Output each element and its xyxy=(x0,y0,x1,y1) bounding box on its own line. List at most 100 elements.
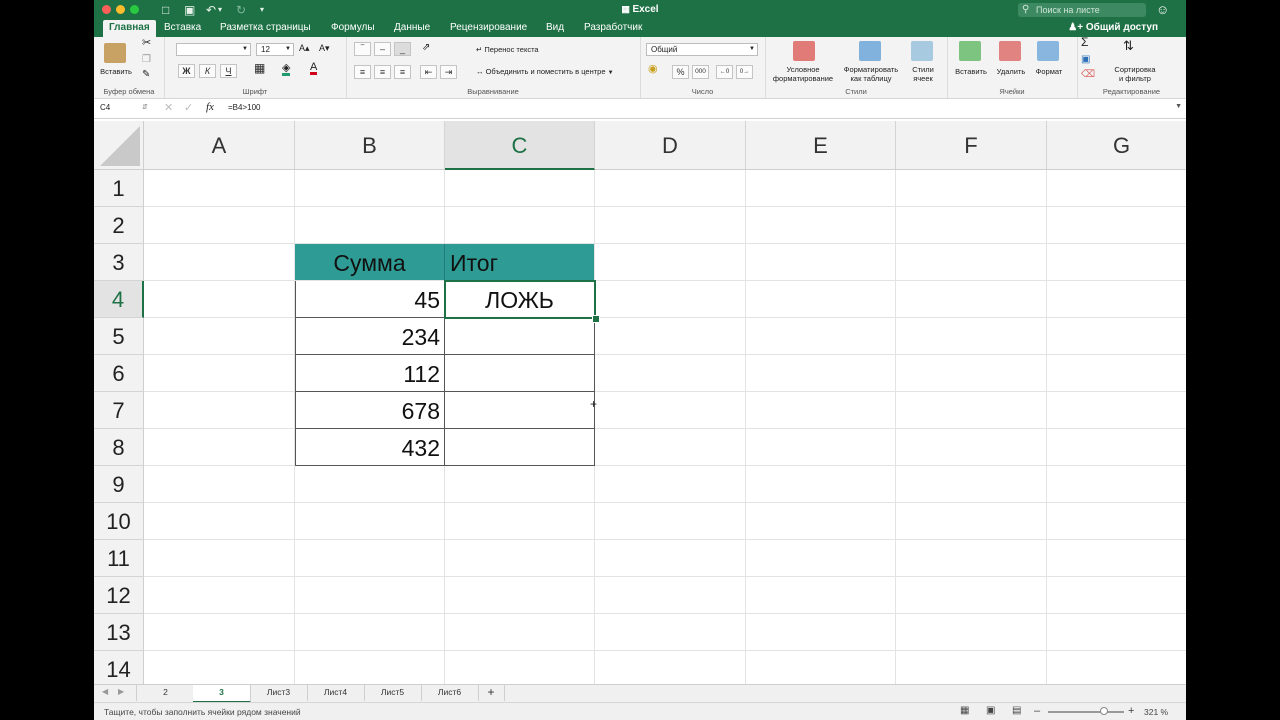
row-header-14[interactable]: 14 xyxy=(94,651,144,684)
add-sheet-icon[interactable]: + xyxy=(478,685,505,701)
font-name-select[interactable]: ▼ xyxy=(176,43,251,56)
sheet-tab-list3[interactable]: Лист3 xyxy=(250,685,308,701)
cell-b8[interactable]: 432 xyxy=(295,429,445,466)
paste-button[interactable]: Вставить xyxy=(96,67,136,76)
align-bottom-icon[interactable]: _ xyxy=(394,42,411,56)
fill-icon[interactable]: ▣ xyxy=(1081,55,1090,65)
align-middle-icon[interactable]: – xyxy=(374,42,391,56)
paste-icon[interactable] xyxy=(104,43,126,63)
search-input[interactable]: ⚲ Поиск на листе xyxy=(1018,3,1146,17)
tab-developer[interactable]: Разработчик xyxy=(584,20,642,37)
cell-c7[interactable] xyxy=(445,392,595,429)
sheet-tab-list4[interactable]: Лист4 xyxy=(307,685,365,701)
copy-icon[interactable]: ❐ xyxy=(142,55,151,65)
cell-b3-header[interactable]: Сумма xyxy=(295,244,445,281)
tab-review[interactable]: Рецензирование xyxy=(450,20,527,37)
column-header-d[interactable]: D xyxy=(595,121,746,170)
name-box-stepper-icon[interactable]: ⇵ xyxy=(142,103,148,111)
tab-home[interactable]: Главная xyxy=(103,20,156,37)
expand-formula-icon[interactable]: ▼ xyxy=(1175,103,1182,110)
row-header-2[interactable]: 2 xyxy=(94,207,144,244)
orientation-icon[interactable]: ⇗ xyxy=(422,43,430,53)
align-top-icon[interactable]: ‾ xyxy=(354,42,371,56)
worksheet-grid[interactable]: A B C D E F G 1 2 3 4 5 6 7 8 9 10 11 12… xyxy=(94,121,1186,684)
sheet-tab-2[interactable]: 2 xyxy=(136,685,195,701)
feedback-smiley-icon[interactable]: ☺ xyxy=(1156,2,1169,17)
select-all-corner[interactable] xyxy=(94,121,144,170)
cut-icon[interactable]: ✂ xyxy=(142,38,151,49)
column-header-b[interactable]: B xyxy=(295,121,445,170)
fill-color-icon[interactable]: ◈ xyxy=(282,63,291,76)
bold-button[interactable]: Ж xyxy=(178,64,195,78)
format-cells-icon[interactable] xyxy=(1037,41,1059,61)
row-header-10[interactable]: 10 xyxy=(94,503,144,540)
borders-icon[interactable]: ▦ xyxy=(254,62,265,74)
decrease-font-icon[interactable]: A▾ xyxy=(319,44,330,53)
enter-icon[interactable]: ✓ xyxy=(184,101,193,114)
sheet-tab-3[interactable]: 3 xyxy=(193,685,251,703)
cancel-icon[interactable]: ✕ xyxy=(164,101,173,114)
conditional-format-button[interactable]: Условное форматирование xyxy=(769,65,837,83)
cell-c8[interactable] xyxy=(445,429,595,466)
tab-formulas[interactable]: Формулы xyxy=(331,20,375,37)
decrease-indent-icon[interactable]: ⇤ xyxy=(420,65,437,79)
font-size-select[interactable]: 12 ▼ xyxy=(256,43,294,56)
cell-styles-button[interactable]: Стили ячеек xyxy=(905,65,941,83)
zoom-in-icon[interactable]: + xyxy=(1128,705,1134,717)
cell-styles-icon[interactable] xyxy=(911,41,933,61)
row-header-4[interactable]: 4 xyxy=(94,281,144,318)
increase-font-icon[interactable]: A▴ xyxy=(299,44,310,53)
align-center-icon[interactable]: ≡ xyxy=(374,65,391,79)
cell-b6[interactable]: 112 xyxy=(295,355,445,392)
tab-page-layout[interactable]: Разметка страницы xyxy=(220,20,311,37)
page-break-view-icon[interactable]: ▤ xyxy=(1012,705,1021,716)
number-format-select[interactable]: Общий ▼ xyxy=(646,43,758,56)
thousands-button[interactable]: 000 xyxy=(692,65,709,79)
align-left-icon[interactable]: ≡ xyxy=(354,65,371,79)
merge-center-button[interactable]: ↔ Объединить и поместить в центре ▼ xyxy=(476,67,614,78)
delete-cells-icon[interactable] xyxy=(999,41,1021,61)
zoom-out-icon[interactable]: – xyxy=(1034,705,1040,717)
wrap-text-button[interactable]: ↵ Перенос текста xyxy=(476,45,539,54)
column-header-c[interactable]: C xyxy=(445,121,595,170)
currency-icon[interactable]: ◉ xyxy=(648,64,658,75)
fill-handle[interactable] xyxy=(592,315,600,323)
insert-function-button[interactable]: fx xyxy=(206,101,214,113)
align-right-icon[interactable]: ≡ xyxy=(394,65,411,79)
row-header-1[interactable]: 1 xyxy=(94,170,144,207)
underline-button[interactable]: Ч xyxy=(220,64,237,78)
font-color-icon[interactable]: A xyxy=(310,62,318,75)
sheet-tab-list6[interactable]: Лист6 xyxy=(421,685,479,701)
sort-filter-icon[interactable]: ⇅ xyxy=(1123,39,1134,52)
cell-b4[interactable]: 45 xyxy=(295,281,445,318)
row-header-12[interactable]: 12 xyxy=(94,577,144,614)
autosum-icon[interactable]: Σ xyxy=(1081,36,1088,48)
scroll-sheets-right-icon[interactable]: ▶ xyxy=(118,687,124,696)
column-header-g[interactable]: G xyxy=(1047,121,1186,170)
increase-indent-icon[interactable]: ⇥ xyxy=(440,65,457,79)
cell-b5[interactable]: 234 xyxy=(295,318,445,355)
delete-cells-button[interactable]: Удалить xyxy=(991,67,1031,76)
row-header-8[interactable]: 8 xyxy=(94,429,144,466)
format-cells-button[interactable]: Формат xyxy=(1029,67,1069,76)
sheet-tab-list5[interactable]: Лист5 xyxy=(364,685,422,701)
tab-view[interactable]: Вид xyxy=(546,20,564,37)
page-layout-view-icon[interactable]: ▣ xyxy=(986,705,995,716)
increase-decimal-icon[interactable]: ←0 xyxy=(716,65,733,79)
clear-icon[interactable]: ⌫ xyxy=(1081,70,1095,80)
sort-filter-button[interactable]: Сортировка и фильтр xyxy=(1103,65,1167,83)
normal-view-icon[interactable]: ▦ xyxy=(960,705,969,716)
italic-button[interactable]: К xyxy=(199,64,216,78)
decrease-decimal-icon[interactable]: 0→ xyxy=(736,65,753,79)
insert-cells-button[interactable]: Вставить xyxy=(951,67,991,76)
format-as-table-button[interactable]: Форматировать как таблицу xyxy=(839,65,903,83)
column-header-a[interactable]: A xyxy=(144,121,295,170)
cell-c6[interactable] xyxy=(445,355,595,392)
zoom-slider-thumb[interactable] xyxy=(1100,707,1108,715)
column-header-e[interactable]: E xyxy=(746,121,896,170)
zoom-level[interactable]: 321 % xyxy=(1144,707,1168,717)
cell-c5[interactable] xyxy=(445,318,595,355)
formula-input[interactable]: =B4>100 xyxy=(228,103,260,112)
conditional-format-icon[interactable] xyxy=(793,41,815,61)
column-header-f[interactable]: F xyxy=(896,121,1047,170)
